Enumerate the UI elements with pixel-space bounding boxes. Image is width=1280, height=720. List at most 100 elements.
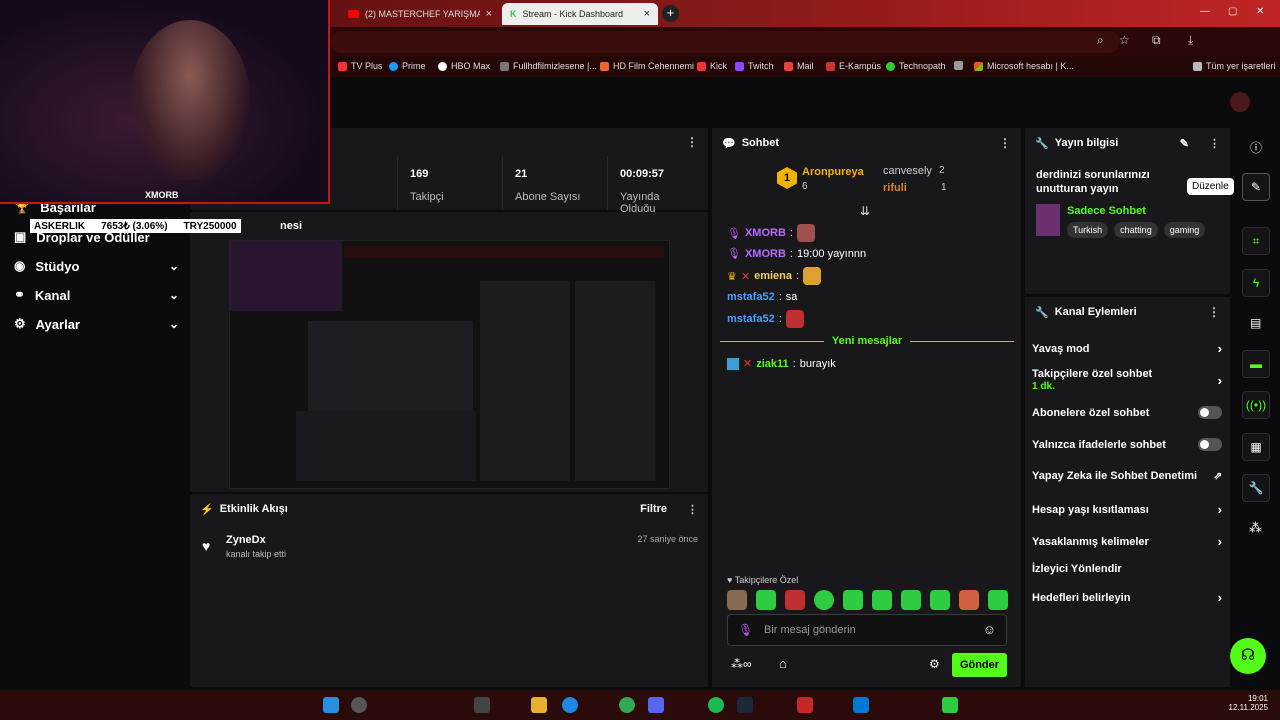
support-headset-icon[interactable]: ☊ bbox=[1230, 638, 1266, 674]
app-icon[interactable] bbox=[474, 697, 490, 713]
chat-button[interactable]: ▬ bbox=[1242, 350, 1270, 378]
emote-icon[interactable] bbox=[901, 590, 921, 610]
more-options-icon[interactable]: ⋮ bbox=[1209, 137, 1220, 150]
filter-button[interactable]: Filtre bbox=[640, 503, 667, 515]
more-options-icon[interactable]: ⋮ bbox=[999, 136, 1011, 150]
slow-mode-item[interactable]: Yavaş mod › bbox=[1032, 341, 1222, 356]
close-tab-icon[interactable]: × bbox=[486, 8, 492, 20]
notes-icon[interactable]: ▤ bbox=[1250, 316, 1261, 330]
broadcast-icon: ((•)) bbox=[1245, 398, 1267, 412]
bolt-button[interactable]: ϟ bbox=[1242, 269, 1270, 297]
community-icon[interactable]: ⁂ bbox=[1249, 520, 1262, 536]
pin-collapse-icon[interactable]: ⇊ bbox=[860, 204, 870, 218]
bookmark-item[interactable]: Microsoft hesabı | K... bbox=[974, 61, 1074, 71]
broadcast-button[interactable]: ((•)) bbox=[1242, 391, 1270, 419]
raid-item[interactable]: İzleyici Yönlendir bbox=[1032, 563, 1222, 575]
download-icon[interactable]: ⤓ bbox=[1188, 33, 1193, 48]
emote-icon[interactable] bbox=[843, 590, 863, 610]
layout-button[interactable]: ▦ bbox=[1242, 433, 1270, 461]
emote-icon[interactable] bbox=[988, 590, 1008, 610]
extensions-icon[interactable]: ⧉ bbox=[1152, 33, 1161, 48]
store-icon[interactable]: ⌂ bbox=[779, 656, 787, 671]
bookmark-item[interactable]: Prime bbox=[389, 61, 426, 71]
mic-badge-icon: 🎙 bbox=[727, 248, 741, 260]
zoom-icon[interactable]: ⌕ bbox=[1097, 33, 1104, 48]
more-options-icon[interactable]: ⋮ bbox=[687, 503, 698, 516]
edit-icon[interactable]: ✎ bbox=[1180, 137, 1189, 150]
tag[interactable]: chatting bbox=[1114, 222, 1158, 238]
kick-app-icon[interactable] bbox=[942, 697, 958, 713]
emote-icon[interactable] bbox=[756, 590, 776, 610]
avatar[interactable] bbox=[1230, 92, 1250, 112]
bookmark-item[interactable]: Fullhdfilmizlesene |... bbox=[500, 61, 597, 71]
close-window-icon[interactable]: ✕ bbox=[1256, 6, 1264, 17]
edge-icon[interactable] bbox=[562, 697, 578, 713]
app-icon[interactable] bbox=[797, 697, 813, 713]
bookmark-star-icon[interactable]: ☆ bbox=[1119, 33, 1130, 47]
points-icon[interactable]: ⁂∞ bbox=[731, 657, 752, 671]
banned-words-item[interactable]: Yasaklanmış kelimeler › bbox=[1032, 534, 1222, 549]
address-bar[interactable] bbox=[330, 31, 1120, 53]
bookmark-item[interactable] bbox=[954, 61, 963, 70]
info-icon[interactable]: ⓘ bbox=[1250, 139, 1262, 156]
bookmark-item[interactable]: Tüm yer işaretleri bbox=[1193, 61, 1276, 71]
category-thumbnail bbox=[1036, 204, 1060, 236]
emote-icon[interactable] bbox=[727, 590, 747, 610]
minimize-icon[interactable]: — bbox=[1200, 6, 1210, 17]
bookmark-item[interactable]: HD Film Cehennemi bbox=[600, 61, 694, 71]
sidebar-item-channel[interactable]: ⚭ Kanal ⌄ bbox=[14, 287, 179, 303]
new-tab-button[interactable]: + bbox=[662, 5, 679, 22]
goals-item[interactable]: Hedefleri belirleyin › bbox=[1032, 590, 1222, 605]
discord-icon[interactable] bbox=[648, 697, 664, 713]
sidebar-item-studio[interactable]: ◉ Stüdyo ⌄ bbox=[14, 258, 179, 274]
outlook-icon[interactable] bbox=[853, 697, 869, 713]
emote-icon[interactable] bbox=[930, 590, 950, 610]
stream-category[interactable]: Sadece Sohbet bbox=[1067, 205, 1146, 217]
bookmark-item[interactable]: Kick bbox=[697, 61, 727, 71]
webcam-tag: XMORB bbox=[145, 190, 179, 200]
tab-masterchef[interactable]: (2) MASTERCHEF YARIŞMACILA × bbox=[340, 3, 500, 25]
chat-settings-icon[interactable]: ⚙ bbox=[929, 657, 940, 671]
stream-preview-video[interactable] bbox=[229, 240, 670, 489]
tab-kick-dashboard[interactable]: K Stream - Kick Dashboard × bbox=[502, 3, 658, 25]
edit-stream-button[interactable]: ✎ bbox=[1242, 173, 1270, 201]
send-button[interactable]: Gönder bbox=[952, 653, 1007, 677]
wrench-button[interactable]: 🔧 bbox=[1242, 474, 1270, 502]
bookmark-item[interactable]: Technopath bbox=[886, 61, 946, 71]
stat-subscribers: 21 Abone Sayısı bbox=[502, 156, 608, 210]
bookmark-item[interactable]: Mail bbox=[784, 61, 814, 71]
ai-moderation-item[interactable]: Yapay Zeka ile Sohbet Denetimi ⇗ bbox=[1032, 470, 1222, 482]
emote-icon[interactable] bbox=[959, 590, 979, 610]
bookmark-item[interactable]: E-Kampüs bbox=[826, 61, 881, 71]
stat-followers: 169 Takipçi bbox=[397, 156, 495, 210]
tag[interactable]: gaming bbox=[1163, 222, 1206, 238]
tag[interactable]: Turkish bbox=[1067, 222, 1109, 238]
search-icon[interactable] bbox=[351, 697, 367, 713]
sidebar-item-settings[interactable]: ⚙ Ayarlar ⌄ bbox=[14, 316, 179, 332]
spotify-icon[interactable] bbox=[708, 697, 724, 713]
followers-only-item[interactable]: Takipçilere özel sohbet 1 dk. › bbox=[1032, 368, 1222, 392]
system-clock[interactable]: 19:01 12.11.2025 bbox=[1229, 694, 1268, 712]
start-icon[interactable] bbox=[323, 697, 339, 713]
close-tab-icon[interactable]: × bbox=[644, 8, 650, 20]
gear-icon: ⚙ bbox=[14, 316, 26, 331]
folder-icon[interactable] bbox=[531, 697, 547, 713]
bookmark-item[interactable]: TV Plus bbox=[338, 61, 383, 71]
bookmark-item[interactable]: HBO Max bbox=[438, 61, 490, 71]
chrome-icon[interactable] bbox=[619, 697, 635, 713]
clip-button[interactable]: ⌗ bbox=[1242, 227, 1270, 255]
subscribers-only-toggle[interactable] bbox=[1198, 406, 1222, 419]
emote-icon[interactable] bbox=[872, 590, 892, 610]
crown-badge-icon: ♛ bbox=[727, 270, 737, 283]
emoji-icon[interactable]: ☺ bbox=[983, 622, 996, 637]
emote-icon[interactable] bbox=[814, 590, 834, 610]
more-options-icon[interactable]: ⋮ bbox=[686, 135, 698, 149]
maximize-icon[interactable]: ▢ bbox=[1228, 6, 1237, 17]
bookmark-item[interactable]: Twitch bbox=[735, 61, 774, 71]
account-age-item[interactable]: Hesap yaşı kısıtlaması › bbox=[1032, 502, 1222, 517]
steam-icon[interactable] bbox=[737, 697, 753, 713]
emote-only-toggle[interactable] bbox=[1198, 438, 1222, 451]
more-options-icon[interactable]: ⋮ bbox=[1208, 305, 1220, 319]
emote-icon[interactable] bbox=[785, 590, 805, 610]
chat-input[interactable]: 🎙 Bir mesaj gönderin ☺ bbox=[727, 614, 1007, 646]
